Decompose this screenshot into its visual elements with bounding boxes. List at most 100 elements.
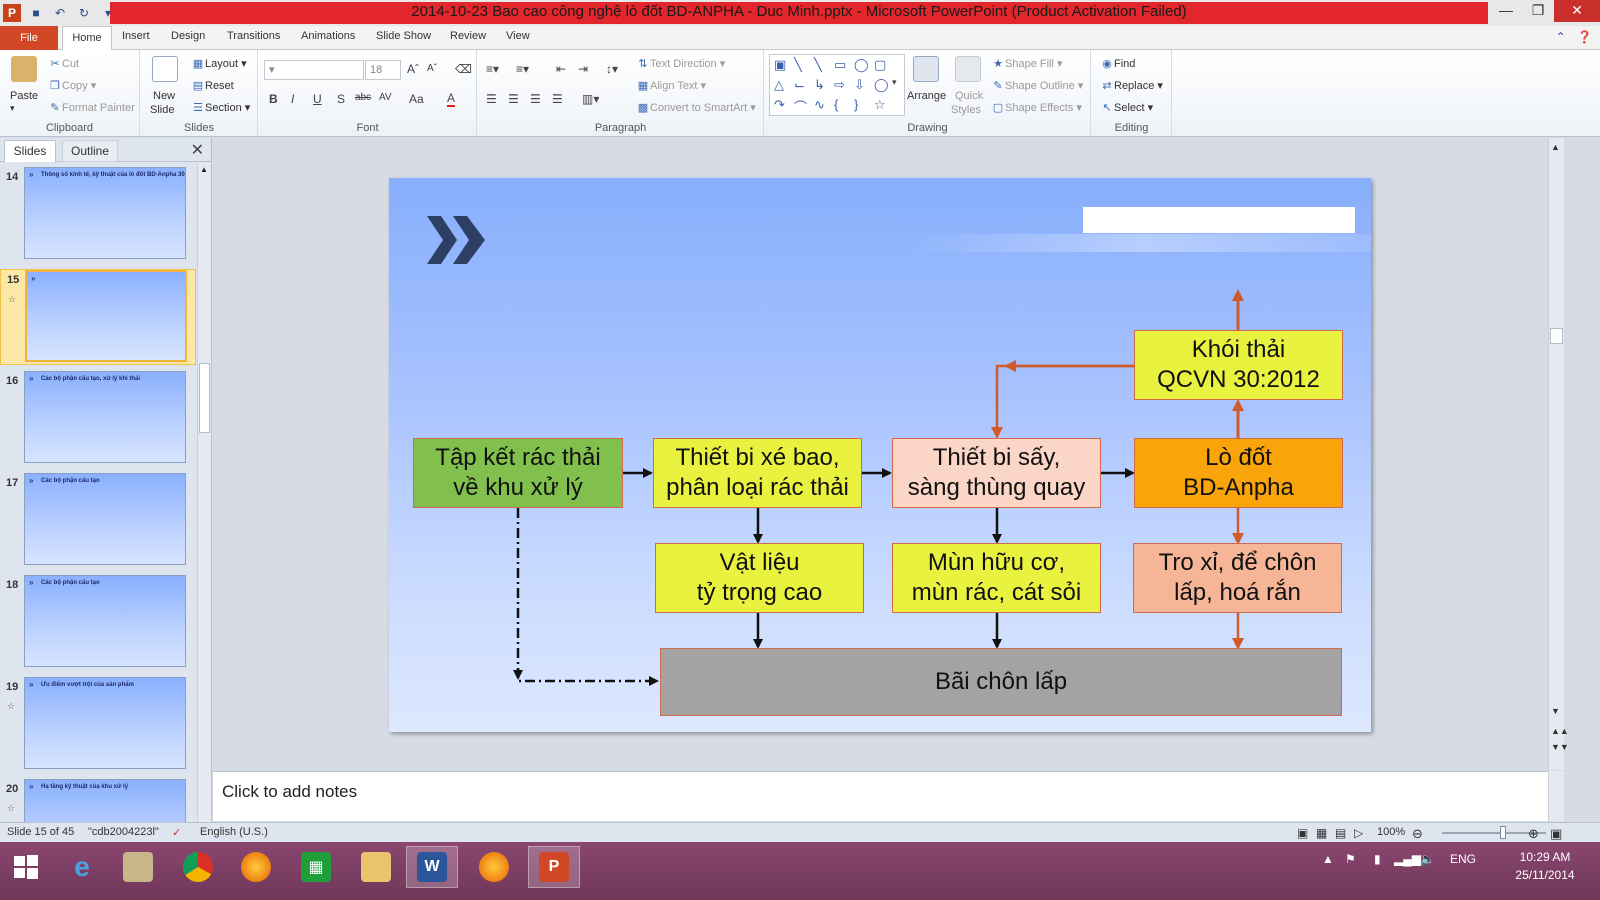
star-shape-icon[interactable]: ☆ xyxy=(874,97,886,113)
redo-icon[interactable]: ↻ xyxy=(75,4,93,22)
shape-fill-button[interactable]: ★ Shape Fill ▾ xyxy=(991,57,1062,70)
convert-smartart-button[interactable]: ▩ Convert to SmartArt ▾ xyxy=(636,101,756,114)
oval-shape-icon[interactable]: ◯ xyxy=(854,57,869,73)
increase-indent-icon[interactable]: ⇥ xyxy=(578,62,588,76)
fit-to-window-icon[interactable]: ▣ xyxy=(1550,826,1562,842)
spellcheck-icon[interactable]: ✓ xyxy=(172,826,181,839)
help-icon[interactable]: ❓ xyxy=(1577,30,1592,44)
right-brace-icon[interactable]: } xyxy=(854,97,858,112)
theme-name[interactable]: "cdb2004223l" xyxy=(88,826,159,838)
select-button[interactable]: ↖ Select ▾ xyxy=(1100,101,1153,114)
font-color-button[interactable]: A xyxy=(447,91,456,107)
rounded-rect-shape-icon[interactable]: ▢ xyxy=(874,57,886,73)
tab-transitions[interactable]: Transitions xyxy=(227,30,280,42)
scroll-down-icon[interactable]: ▼ xyxy=(1551,706,1560,716)
taskbar-firefox[interactable] xyxy=(230,846,282,888)
tab-design[interactable]: Design xyxy=(171,30,205,42)
change-case-button[interactable]: Aa xyxy=(409,92,424,106)
box-thiet-bi-xe-bao[interactable]: Thiết bi xé bao, phân loại rác thải xyxy=(653,438,862,508)
decrease-indent-icon[interactable]: ⇤ xyxy=(556,62,566,76)
box-bai-chon-lap[interactable]: Bãi chôn lấp xyxy=(660,648,1342,716)
quick-styles-button-line2[interactable]: Styles xyxy=(951,104,981,116)
find-button[interactable]: ◉ Find xyxy=(1100,57,1135,70)
align-text-button[interactable]: ▦ Align Text ▾ xyxy=(636,79,706,92)
text-direction-button[interactable]: ⇅ Text Direction ▾ xyxy=(636,57,725,70)
slide-thumbnail-17[interactable]: 17 » Các bộ phận cấu tạo xyxy=(0,473,196,569)
slide-thumbnail-18[interactable]: 18 » Các bộ phận cấu tạo xyxy=(0,575,196,671)
network-signal-icon[interactable]: ▂▄▆ xyxy=(1394,852,1421,866)
font-name-combo[interactable]: ▾ xyxy=(264,60,364,80)
taskbar-file-explorer[interactable] xyxy=(350,846,402,888)
replace-button[interactable]: ⇄ Replace ▾ xyxy=(1100,79,1163,92)
slide-thumbnail-19[interactable]: 19 ☆ » Ưu điểm vượt trội của sản phẩm xyxy=(0,677,196,773)
notes-pane[interactable]: Click to add notes xyxy=(213,771,1548,821)
scroll-up-icon[interactable]: ▲ xyxy=(1551,142,1560,152)
taskbar-chrome[interactable] xyxy=(172,846,224,888)
language-indicator[interactable]: English (U.S.) xyxy=(200,826,268,838)
align-right-icon[interactable]: ☰ xyxy=(530,92,541,106)
slide-thumbnail-14[interactable]: 14 » Thông số kinh tế, kỹ thuật của lò đốt… xyxy=(0,167,196,263)
tab-animations[interactable]: Animations xyxy=(301,30,355,42)
taskbar-firefox-2[interactable] xyxy=(468,846,520,888)
normal-view-icon[interactable]: ▣ xyxy=(1297,826,1308,840)
powerpoint-app-icon[interactable]: P xyxy=(3,4,21,22)
rectangle-shape-icon[interactable]: ▭ xyxy=(834,57,846,73)
tab-file[interactable]: File xyxy=(0,26,58,50)
grow-font-icon[interactable]: Aˆ xyxy=(407,62,419,76)
taskbar-file-app[interactable] xyxy=(112,846,164,888)
align-left-icon[interactable]: ☰ xyxy=(486,92,497,106)
down-arrow-shape-icon[interactable]: ⇩ xyxy=(854,77,865,93)
copy-button[interactable]: ❐ Copy ▾ xyxy=(48,79,96,92)
zoom-level[interactable]: 100% xyxy=(1377,826,1405,838)
taskbar-word[interactable]: W xyxy=(406,846,458,888)
section-button[interactable]: ☰ Section ▾ xyxy=(191,101,250,114)
elbow-connector-icon[interactable]: ⌙ xyxy=(794,77,805,93)
curved-arrow-icon[interactable]: ↷ xyxy=(774,97,785,113)
shape-outline-button[interactable]: ✎ Shape Outline ▾ xyxy=(991,79,1083,92)
columns-icon[interactable]: ▥▾ xyxy=(582,92,599,106)
new-slide-button-line2[interactable]: Slide xyxy=(150,104,174,116)
slide-scrollbar[interactable]: ▲ ▼ ▲▲ ▼▼ xyxy=(1548,138,1569,770)
battery-icon[interactable]: ▮ xyxy=(1374,852,1381,866)
panel-tab-outline[interactable]: Outline xyxy=(62,140,118,162)
box-lo-dot[interactable]: Lò đốt BD-Anpha xyxy=(1134,438,1343,508)
slide-thumbnail-image[interactable]: » Các bộ phận cấu tạo, xử lý khí thải xyxy=(24,371,186,463)
scroll-up-icon[interactable]: ▲ xyxy=(200,165,208,174)
show-hidden-icons[interactable]: ▲ xyxy=(1322,852,1334,866)
elbow-arrow-connector-icon[interactable]: ↳ xyxy=(814,77,825,93)
quick-styles-button[interactable]: Quick xyxy=(955,90,983,102)
restore-button[interactable]: ❐ xyxy=(1522,0,1554,22)
triangle-shape-icon[interactable]: △ xyxy=(774,77,784,93)
slide-thumbnail-image[interactable]: » Các bộ phận cấu tạo xyxy=(24,575,186,667)
paste-dropdown-icon[interactable]: ▾ xyxy=(10,103,15,114)
slide-thumbnail-image[interactable]: » Ưu điểm vượt trội của sản phẩm xyxy=(24,677,186,769)
line-arrow-shape-icon[interactable]: ╲ xyxy=(814,57,822,73)
slide-thumbnail-image[interactable]: » xyxy=(25,270,187,362)
align-center-icon[interactable]: ☰ xyxy=(508,92,519,106)
slide-thumbnail-16[interactable]: 16 » Các bộ phận cấu tạo, xử lý khí thải xyxy=(0,371,196,467)
shape-effects-button[interactable]: ▢ Shape Effects ▾ xyxy=(991,101,1082,114)
textbox-shape-icon[interactable]: ▣ xyxy=(774,57,786,73)
character-spacing-button[interactable]: AV xyxy=(379,92,392,103)
notes-placeholder[interactable]: Click to add notes xyxy=(222,782,357,802)
slide-sorter-view-icon[interactable]: ▦ xyxy=(1316,826,1327,840)
tab-view[interactable]: View xyxy=(506,30,530,42)
arrange-button[interactable]: Arrange xyxy=(907,90,946,102)
close-panel-icon[interactable]: ✕ xyxy=(191,140,204,160)
clear-formatting-icon[interactable]: ⌫ xyxy=(455,62,472,76)
box-mun-huu-co[interactable]: Mùn hữu cơ, mùn rác, cát sỏi xyxy=(892,543,1101,613)
next-slide-icon[interactable]: ▼▼ xyxy=(1551,742,1569,752)
input-language[interactable]: ENG xyxy=(1450,852,1476,866)
previous-slide-icon[interactable]: ▲▲ xyxy=(1551,726,1569,736)
line-shape-icon[interactable]: ╲ xyxy=(794,57,802,73)
tab-review[interactable]: Review xyxy=(450,30,486,42)
line-spacing-icon[interactable]: ↕▾ xyxy=(606,62,618,76)
strikethrough-button[interactable]: abc xyxy=(355,92,371,103)
panel-scrollbar-thumb[interactable] xyxy=(199,363,210,433)
minimize-ribbon-icon[interactable]: ⌃ xyxy=(1556,30,1566,44)
tab-slide-show[interactable]: Slide Show xyxy=(376,30,431,42)
zoom-in-icon[interactable]: ⊕ xyxy=(1528,826,1539,842)
slide-scrollbar-thumb[interactable] xyxy=(1550,328,1563,344)
layout-button[interactable]: ▦ Layout ▾ xyxy=(191,57,247,70)
panel-tab-slides[interactable]: Slides xyxy=(4,140,56,162)
